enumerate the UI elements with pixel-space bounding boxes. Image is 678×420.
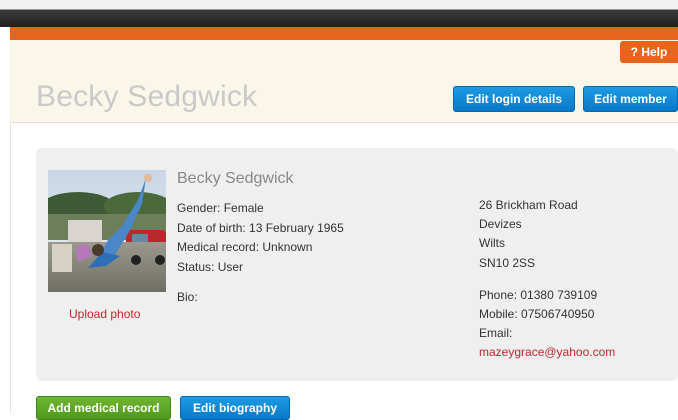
member-name: Becky Sedgwick bbox=[177, 170, 294, 187]
edit-biography-button[interactable]: Edit biography bbox=[180, 396, 290, 420]
profile-photo-image bbox=[48, 170, 166, 292]
help-button[interactable]: ? Help bbox=[620, 41, 678, 63]
mobile-text: Mobile: 07506740950 bbox=[479, 307, 595, 321]
edit-member-button[interactable]: Edit member bbox=[583, 86, 678, 112]
email-link[interactable]: mazeygrace@yahoo.com bbox=[479, 344, 615, 360]
medical-record-text: Medical record: Unknown bbox=[177, 240, 313, 254]
upload-photo-link[interactable]: Upload photo bbox=[69, 307, 140, 321]
address-postcode: SN10 2SS bbox=[479, 256, 536, 270]
email-label: Email: bbox=[479, 326, 513, 340]
edit-login-details-button[interactable]: Edit login details bbox=[453, 86, 575, 112]
address-line2: Devizes bbox=[479, 217, 522, 231]
address-line3: Wilts bbox=[479, 236, 505, 250]
address-line1: 26 Brickham Road bbox=[479, 198, 578, 212]
brand-stripe bbox=[10, 27, 678, 40]
content-left-border bbox=[10, 122, 11, 414]
page-title: Becky Sedgwick bbox=[36, 80, 258, 113]
gender-text: Gender: Female bbox=[177, 201, 264, 215]
dob-text: Date of birth: 13 February 1965 bbox=[177, 221, 344, 235]
top-toolbar bbox=[0, 0, 678, 27]
add-medical-record-button[interactable]: Add medical record bbox=[36, 396, 171, 420]
status-text: Status: User bbox=[177, 260, 244, 274]
bio-label: Bio: bbox=[177, 290, 198, 304]
profile-photo bbox=[48, 170, 166, 292]
phone-text: Phone: 01380 739109 bbox=[479, 288, 598, 302]
